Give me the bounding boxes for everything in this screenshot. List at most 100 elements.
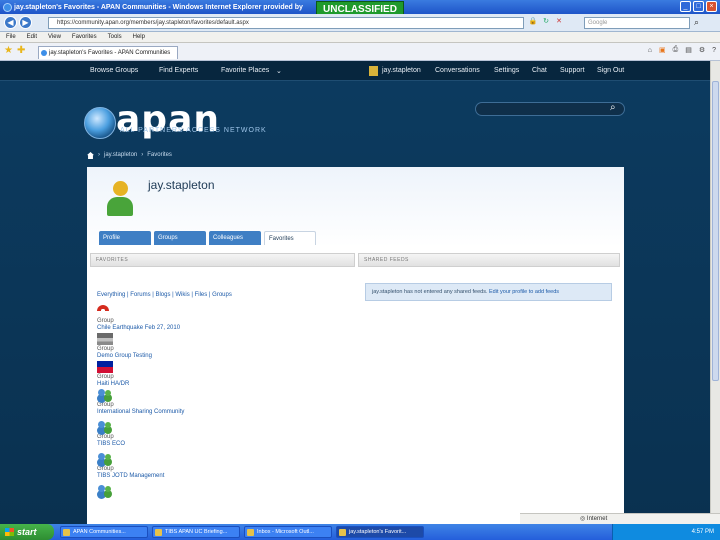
breadcrumb-favorites: Favorites — [147, 152, 172, 158]
magnifier-icon[interactable]: ⌕ — [694, 17, 699, 28]
favorite-link[interactable]: Chile Earthquake Feb 27, 2010 — [97, 325, 180, 332]
forward-arrow-icon[interactable]: ▶ — [19, 16, 32, 29]
apan-logo-subtitle: ALL PARTNERS ACCESS NETWORK — [120, 127, 267, 134]
device-icon — [97, 333, 113, 345]
favorites-bar: ★ ✚ jay.stapleton's Favorites - APAN Com… — [0, 43, 720, 61]
url-input[interactable]: https://community.apan.org/members/jay.s… — [48, 17, 524, 29]
menu-help[interactable]: Help — [133, 34, 145, 40]
home-breadcrumb-icon[interactable] — [87, 152, 94, 159]
address-bar: ◀ ▶ https://community.apan.org/members/j… — [0, 14, 720, 32]
window-title: jay.stapleton's Favorites - APAN Communi… — [14, 3, 303, 11]
haiti-flag-icon — [97, 361, 113, 373]
favorites-star-icon[interactable]: ★ — [4, 45, 13, 56]
group-people-icon — [97, 421, 113, 433]
search-icon[interactable]: ⌕ — [610, 102, 616, 113]
status-bar: ◎ Internet — [520, 513, 720, 524]
tray-clock[interactable]: 4:57 PM — [692, 529, 714, 535]
menu-tools[interactable]: Tools — [108, 34, 122, 40]
help-icon[interactable]: ? — [712, 47, 716, 54]
feeds-icon[interactable]: ▣ — [659, 46, 666, 54]
group-people-icon — [97, 485, 113, 497]
add-favorite-icon[interactable]: ✚ — [17, 45, 25, 56]
menu-favorites[interactable]: Favorites — [72, 34, 97, 40]
tools-menu-icon[interactable]: ⚙ — [699, 46, 705, 54]
nav-settings[interactable]: Settings — [494, 67, 519, 74]
chevron-down-icon[interactable]: ⌄ — [276, 67, 282, 75]
breadcrumb-user[interactable]: jay.stapleton — [104, 152, 137, 159]
taskbar-item[interactable]: Inbox - Microsoft Outl... — [244, 526, 332, 538]
address-actions: 🔒 ↻ ✕ — [528, 17, 564, 28]
nav-support[interactable]: Support — [560, 67, 585, 74]
start-button[interactable]: start — [0, 524, 54, 540]
shared-feeds-message: jay.stapleton has not entered any shared… — [365, 283, 612, 301]
browser-search-input[interactable]: Google — [584, 17, 690, 29]
shared-feeds-section-header: SHARED FEEDS — [358, 253, 620, 267]
edit-profile-feeds-link[interactable]: Edit your profile to add feeds — [489, 289, 559, 295]
user-avatar-small — [369, 66, 378, 76]
menu-bar: File Edit View Favorites Tools Help — [0, 32, 720, 43]
menu-view[interactable]: View — [48, 34, 61, 40]
favorites-filter-links[interactable]: Everything | Forums | Blogs | Wikis | Fi… — [97, 292, 232, 298]
site-search-input[interactable] — [475, 102, 625, 116]
page-menu-icon[interactable]: ▤ — [685, 46, 692, 54]
group-people-icon — [97, 453, 113, 465]
print-icon[interactable]: ⎙ — [673, 46, 679, 54]
menu-edit[interactable]: Edit — [27, 34, 37, 40]
scrollbar-thumb[interactable] — [712, 81, 719, 381]
nav-find-experts[interactable]: Find Experts — [159, 67, 198, 74]
favorite-link[interactable]: TIBS ECO — [97, 441, 125, 448]
chile-flag-icon — [97, 305, 109, 317]
site-top-nav: Browse Groups Find Experts Favorite Plac… — [0, 61, 710, 81]
globe-zone-icon: ◎ — [580, 516, 586, 522]
list-item: Group TIBS JOTD Management — [97, 453, 164, 480]
favorite-link[interactable]: Haiti HA/DR — [97, 381, 129, 388]
back-arrow-icon[interactable]: ◀ — [4, 16, 17, 29]
taskbar-item-active[interactable]: jay.stapleton's Favorit... — [336, 526, 424, 538]
refresh-icon[interactable]: ↻ — [541, 17, 551, 28]
tab-profile[interactable]: Profile — [99, 231, 151, 245]
tab-colleagues[interactable]: Colleagues — [209, 231, 261, 245]
nav-conversations[interactable]: Conversations — [435, 67, 480, 74]
lock-icon[interactable]: 🔒 — [528, 17, 538, 28]
ie-app-icon — [3, 3, 12, 12]
tab-groups[interactable]: Groups — [154, 231, 206, 245]
system-tray: 4:57 PM — [612, 524, 720, 540]
page-title: jay.stapleton — [148, 178, 215, 192]
stop-icon[interactable]: ✕ — [554, 17, 564, 28]
profile-content: jay.stapleton Profile Groups Colleagues … — [87, 167, 624, 524]
browser-tab[interactable]: jay.stapleton's Favorites - APAN Communi… — [38, 46, 178, 59]
favorite-link[interactable]: International Sharing Community — [97, 409, 184, 416]
nav-browse-groups[interactable]: Browse Groups — [90, 67, 138, 74]
maximize-icon[interactable]: □ — [693, 1, 704, 12]
nav-sign-out[interactable]: Sign Out — [597, 67, 624, 74]
breadcrumb: › jay.stapleton › Favorites — [87, 152, 172, 159]
profile-tabs: Profile Groups Colleagues Favorites — [99, 231, 316, 245]
home-icon[interactable]: ⌂ — [648, 47, 652, 54]
favorite-link[interactable]: TIBS JOTD Management — [97, 473, 164, 480]
minimize-icon[interactable]: _ — [680, 1, 691, 12]
list-item: Group International Sharing Community — [97, 389, 184, 416]
taskbar-item[interactable]: TIBS APAN UC Briefing... — [152, 526, 240, 538]
avatar — [106, 181, 134, 217]
list-item: Group Demo Group Testing — [97, 333, 152, 360]
windows-taskbar: start APAN Communities... TIBS APAN UC B… — [0, 524, 720, 540]
list-item: Group TIBS ECO — [97, 421, 125, 448]
web-page: Browse Groups Find Experts Favorite Plac… — [0, 61, 710, 524]
taskbar-item[interactable]: APAN Communities... — [60, 526, 148, 538]
tab-favorites[interactable]: Favorites — [264, 231, 316, 245]
nav-chat[interactable]: Chat — [532, 67, 547, 74]
security-zone: Internet — [586, 516, 608, 522]
favorites-section-header: FAVORITES — [90, 253, 355, 267]
nav-user[interactable]: jay.stapleton — [382, 67, 421, 74]
list-item: Group Chile Earthquake Feb 27, 2010 — [97, 305, 180, 332]
list-item: Group Haiti HA/DR — [97, 361, 129, 388]
menu-file[interactable]: File — [6, 34, 16, 40]
favorite-link[interactable]: Demo Group Testing — [97, 353, 152, 360]
close-icon[interactable]: × — [706, 1, 717, 12]
nav-favorite-places[interactable]: Favorite Places — [221, 67, 269, 74]
page-scrollbar[interactable] — [710, 61, 720, 524]
list-item — [97, 485, 113, 498]
window-controls: _ □ × — [680, 1, 717, 12]
apan-globe-logo-icon[interactable] — [84, 107, 116, 139]
group-people-icon — [97, 389, 113, 401]
